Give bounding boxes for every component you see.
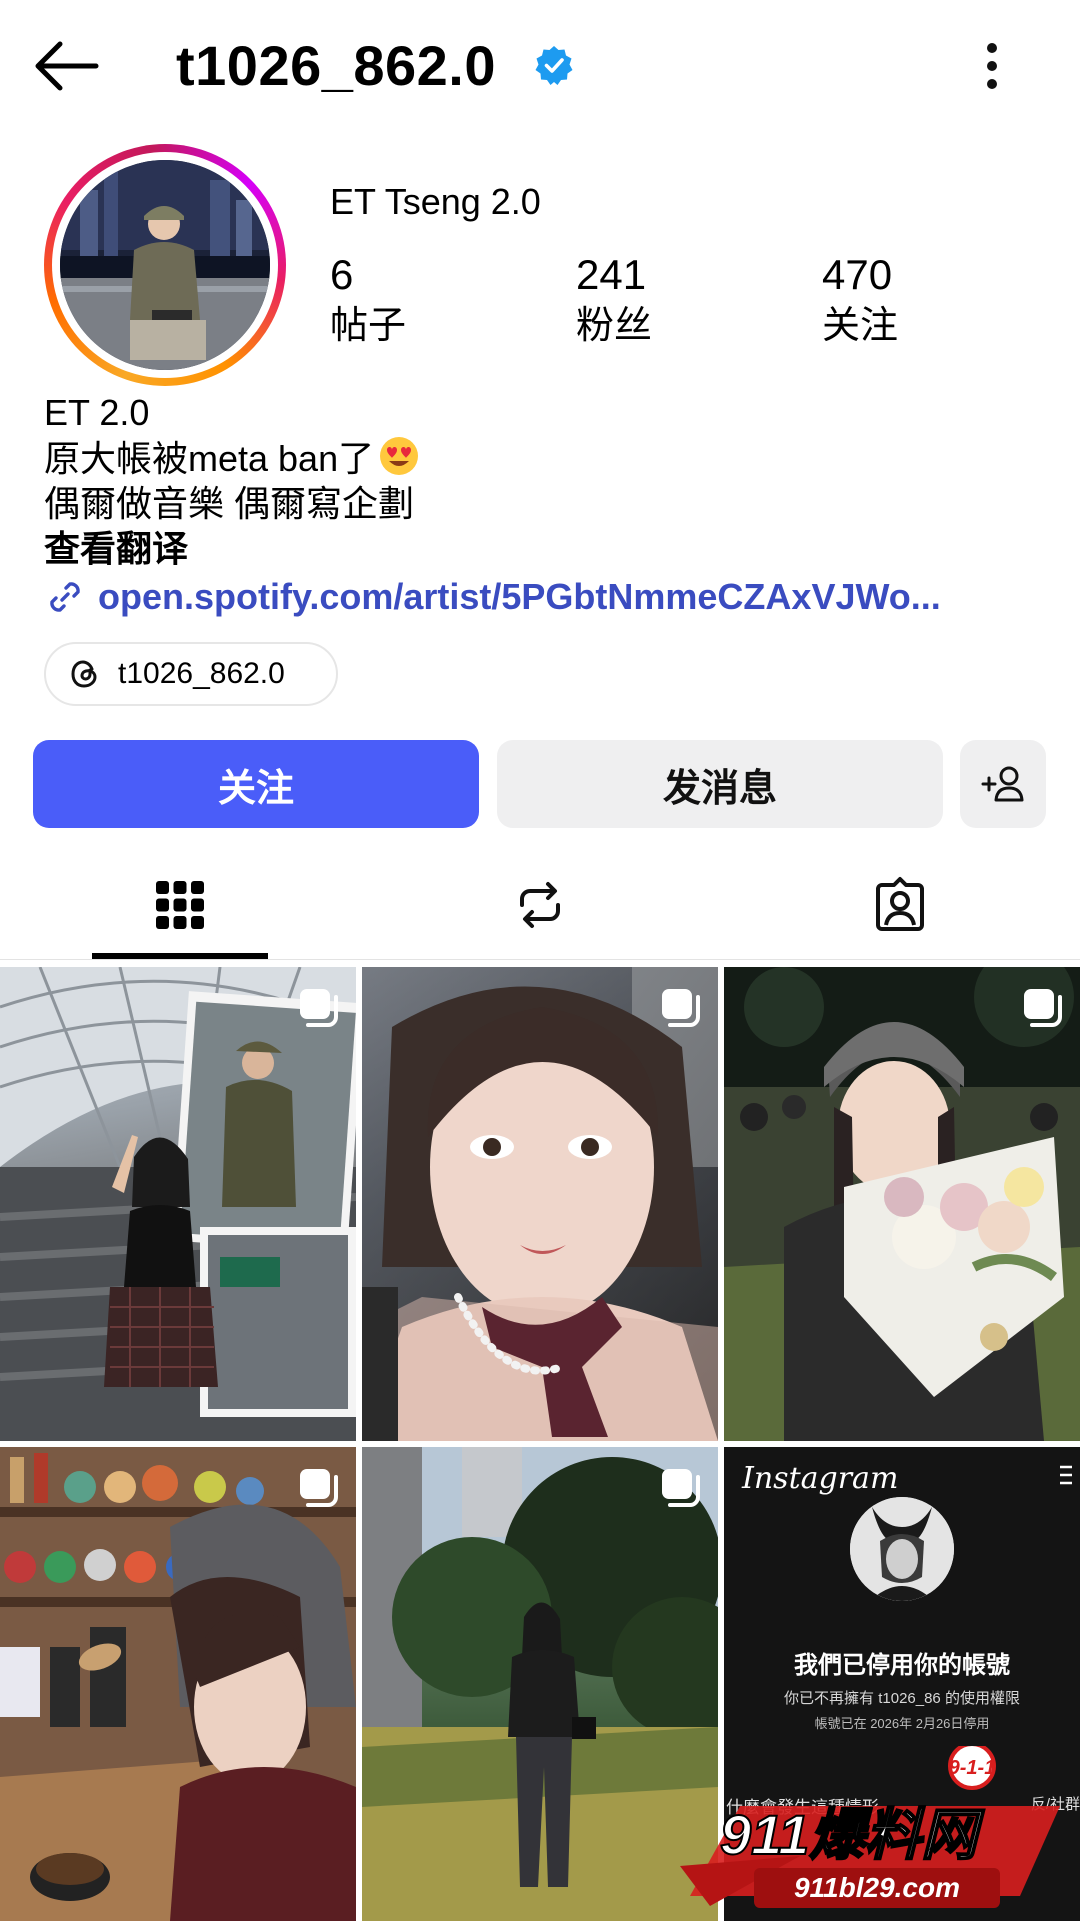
stat-posts[interactable]: 6 帖子 <box>330 250 530 350</box>
display-name: ET Tseng 2.0 <box>330 181 541 222</box>
suggest-people-button[interactable] <box>960 740 1046 828</box>
bio-line: ET 2.0 <box>44 392 150 433</box>
watermark-badge: 9-1-1 <box>949 1757 996 1779</box>
tagged-icon <box>876 877 924 931</box>
watermark-title: 911爆料网 <box>720 1803 985 1866</box>
stat-following[interactable]: 470 关注 <box>822 250 1022 350</box>
watermark-logo: 9-1-1 911爆料网 911bl29.com <box>680 1742 1080 1921</box>
multi-post-icon <box>662 1469 700 1507</box>
tab-posts[interactable] <box>80 850 280 960</box>
avatar-photo <box>60 160 270 370</box>
maleficent-illustration <box>850 1497 954 1601</box>
bio: ET 2.0 原大帳被meta ban了 偶爾做音樂 偶爾寫企劃 查看翻译 <box>44 390 1044 571</box>
follow-button[interactable]: 关注 <box>33 740 479 828</box>
multi-post-icon <box>1024 989 1062 1027</box>
multi-post-icon <box>300 989 338 1027</box>
profile-link-text[interactable]: open.spotify.com/artist/5PGbtNmmeCZAxVJW… <box>98 576 941 618</box>
post-thumbnail[interactable] <box>0 967 356 1441</box>
active-tab-indicator <box>92 953 268 959</box>
stat-followers-count: 241 <box>576 251 647 298</box>
post-thumbnail[interactable] <box>724 967 1080 1441</box>
story-ring[interactable] <box>44 144 286 386</box>
threads-badge[interactable]: t1026_862.0 <box>44 642 338 706</box>
tab-tagged[interactable] <box>800 850 1000 960</box>
back-arrow-icon[interactable] <box>30 38 102 94</box>
post-image-selfie <box>362 967 718 1441</box>
bio-line: 偶爾做音樂 偶爾寫企劃 <box>44 483 415 524</box>
tab-reposts[interactable] <box>440 850 640 960</box>
screenshot-avatar <box>850 1497 954 1601</box>
message-button[interactable]: 发消息 <box>497 740 943 828</box>
grid-icon <box>156 881 204 929</box>
avatar[interactable] <box>60 160 270 370</box>
watermark-graphic: 9-1-1 911爆料网 911bl29.com <box>680 1742 1060 1908</box>
post-thumbnail[interactable] <box>362 967 718 1441</box>
screenshot-title: 我們已停用你的帳號 <box>794 1652 1010 1679</box>
more-options-icon[interactable] <box>972 40 1012 92</box>
profile-link[interactable]: open.spotify.com/artist/5PGbtNmmeCZAxVJW… <box>44 572 941 622</box>
stat-following-count: 470 <box>822 251 893 298</box>
multi-post-icon <box>662 989 700 1027</box>
watermark-url: 911bl29.com <box>794 1872 960 1903</box>
profile-tabs <box>0 850 1080 960</box>
stat-followers[interactable]: 241 粉丝 <box>576 250 776 350</box>
see-translation-link[interactable]: 查看翻译 <box>44 526 1044 571</box>
threads-icon <box>71 660 97 688</box>
stat-posts-label: 帖子 <box>330 305 407 347</box>
screenshot-line-1: 你已不再擁有 t1026_86 的使用權限 <box>784 1690 1020 1707</box>
stat-following-label: 关注 <box>822 305 899 347</box>
link-icon <box>50 582 80 612</box>
post-image-arena <box>0 967 356 1441</box>
screenshot-brand: Instagram <box>742 1461 899 1496</box>
post-image-restaurant <box>0 1447 356 1921</box>
screenshot-line-2: 帳號已在 2026年 2月26日停用 <box>814 1716 990 1731</box>
heart-eyes-emoji <box>380 437 419 475</box>
profile-username: t1026_862.0 <box>176 34 497 97</box>
stat-followers-label: 粉丝 <box>576 305 653 347</box>
post-image-park <box>362 1447 718 1921</box>
post-thumbnail[interactable] <box>0 1447 356 1921</box>
repost-icon <box>520 882 560 928</box>
bio-line-with-emoji: 原大帳被meta ban了 <box>44 435 1044 481</box>
threads-handle: t1026_862.0 <box>118 657 285 690</box>
verified-badge-icon <box>535 46 573 85</box>
top-bar: t1026_862.0 <box>0 0 1080 135</box>
post-image-bouquet <box>724 967 1080 1441</box>
screenshot-menu-icon <box>1060 1465 1072 1485</box>
add-person-icon <box>981 766 1024 802</box>
post-thumbnail[interactable] <box>362 1447 718 1921</box>
bio-line-text: 原大帳被meta ban了 <box>44 438 375 479</box>
multi-post-icon <box>300 1469 338 1507</box>
stat-posts-count: 6 <box>330 251 354 298</box>
